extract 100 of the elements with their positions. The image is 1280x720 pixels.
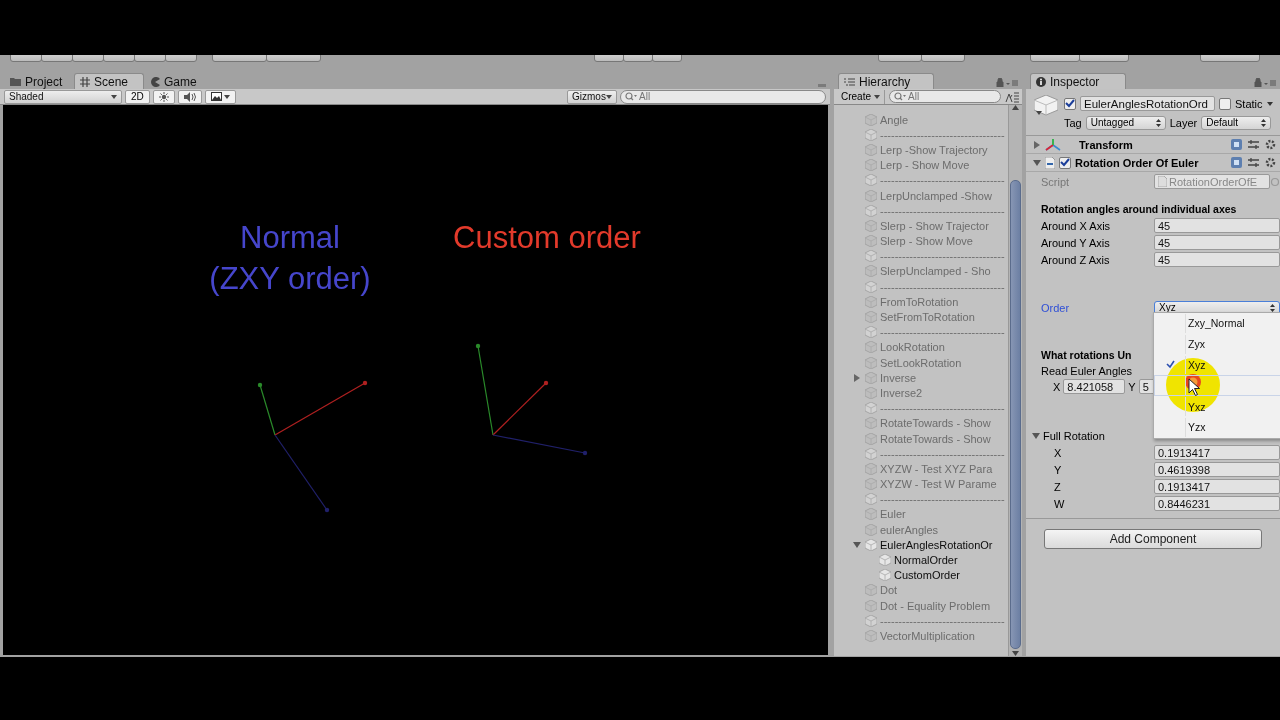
cube-icon xyxy=(865,614,877,627)
preset-icon[interactable] xyxy=(1248,157,1259,168)
list-icon xyxy=(844,77,855,86)
panel-tab[interactable]: Project xyxy=(4,73,74,89)
component-title: Transform xyxy=(1078,138,1134,151)
gizmos-dropdown[interactable]: Gizmos xyxy=(567,89,617,104)
cube-icon xyxy=(865,250,877,263)
check-icon xyxy=(1060,158,1070,167)
pacman-icon xyxy=(150,76,160,87)
shading-dropdown[interactable]: Shaded xyxy=(4,89,122,104)
cube-icon xyxy=(865,508,877,521)
info-icon xyxy=(1036,76,1046,87)
audio-toggle[interactable] xyxy=(177,89,202,104)
tag-dropdown[interactable]: Untagged xyxy=(1085,115,1166,130)
settings-icon[interactable] xyxy=(1265,157,1276,168)
search-icon xyxy=(894,92,906,101)
hierarchy-item[interactable]: EulerAnglesRotationOr xyxy=(880,538,993,551)
lock-icon[interactable] xyxy=(1254,78,1276,87)
cube-icon xyxy=(865,493,877,506)
tag-label: Tag xyxy=(1064,116,1082,129)
number-field[interactable]: 45 xyxy=(1154,218,1280,233)
number-field[interactable]: 0.8446231 xyxy=(1154,496,1280,511)
number-field[interactable]: 45 xyxy=(1154,252,1280,267)
dropdown-option[interactable]: Yzx xyxy=(1154,417,1280,438)
cube-icon xyxy=(865,538,877,551)
check-icon xyxy=(1065,99,1075,108)
preset-icon[interactable] xyxy=(1248,139,1259,150)
expanded-arrow-icon[interactable] xyxy=(853,540,861,549)
caret-icon xyxy=(1270,303,1275,312)
field-label: Read Euler Angles xyxy=(1041,364,1133,377)
expanded-arrow-icon[interactable] xyxy=(1032,431,1040,440)
cube-icon xyxy=(865,447,877,460)
help-icon[interactable] xyxy=(1231,157,1242,168)
scene-label: Normal (ZXY order) xyxy=(209,219,371,298)
scroll-down-icon[interactable] xyxy=(1012,651,1019,656)
component-header[interactable]: Rotation Order Of Euler xyxy=(1026,154,1280,172)
script-icon xyxy=(1045,156,1055,169)
field-label: Y xyxy=(1128,380,1136,393)
search-icon xyxy=(625,92,637,101)
name-field[interactable]: EulerAnglesRotationOrd xyxy=(1080,96,1215,111)
cube-icon xyxy=(865,462,877,475)
object-picker-icon[interactable] xyxy=(1270,176,1280,187)
effects-dropdown[interactable] xyxy=(204,89,236,104)
search-field[interactable]: All xyxy=(620,89,826,104)
cube-icon xyxy=(865,204,877,217)
hierarchy-item[interactable]: CustomOrder xyxy=(894,569,961,582)
panel-tab[interactable]: Game xyxy=(144,73,214,89)
active-checkbox[interactable] xyxy=(1064,97,1076,110)
hierarchy-sort-icon[interactable] xyxy=(1005,90,1019,103)
number-field[interactable]: 0.4619398 xyxy=(1154,462,1280,477)
dropdown-option[interactable]: Zxy_Normal xyxy=(1154,313,1280,334)
caret-icon xyxy=(1261,118,1267,127)
field-label: Script xyxy=(1041,175,1071,188)
cube-icon xyxy=(865,432,877,445)
cube-icon xyxy=(865,341,877,354)
search-input[interactable]: All xyxy=(908,91,968,102)
number-field[interactable]: 0.1913417 xyxy=(1154,445,1280,460)
cube-icon xyxy=(865,174,877,187)
search-input[interactable]: All xyxy=(639,91,789,102)
cube-icon xyxy=(865,478,877,491)
hierarchy-item[interactable]: NormalOrder xyxy=(894,554,958,567)
cube-icon xyxy=(865,599,877,612)
section-header: Rotation angles around individual axes xyxy=(1041,202,1237,215)
cursor-highlight-drawing xyxy=(1166,358,1220,412)
collapsed-arrow-icon[interactable] xyxy=(1033,140,1041,149)
help-icon[interactable] xyxy=(1231,139,1242,150)
number-field[interactable]: 8.421058 xyxy=(1063,379,1126,394)
cube-icon xyxy=(865,371,877,384)
cube-icon xyxy=(865,326,877,339)
dropdown-option[interactable]: Zyx xyxy=(1154,333,1280,355)
caret-icon xyxy=(223,94,230,99)
component-header[interactable]: Transform xyxy=(1026,136,1280,154)
expanded-arrow-icon[interactable] xyxy=(1033,158,1041,167)
sun-icon xyxy=(158,91,169,102)
scrollbar-thumb[interactable] xyxy=(1010,180,1021,649)
component-checkbox[interactable] xyxy=(1059,156,1071,169)
search-field[interactable]: All xyxy=(889,90,1001,103)
collapsed-arrow-icon[interactable] xyxy=(853,373,861,382)
add-component-button[interactable]: Add Component xyxy=(1044,529,1262,549)
number-field[interactable]: 45 xyxy=(1154,235,1280,250)
layer-dropdown[interactable]: Default xyxy=(1201,115,1272,130)
cube-icon xyxy=(865,159,877,172)
static-checkbox[interactable] xyxy=(1219,97,1231,110)
foldout-label[interactable]: Full Rotation xyxy=(1043,429,1105,442)
caret-icon xyxy=(874,94,880,99)
number-field[interactable]: 0.1913417 xyxy=(1154,479,1280,494)
mouse-cursor-icon xyxy=(1188,378,1200,396)
settings-icon[interactable] xyxy=(1265,139,1276,150)
cube-icon xyxy=(865,584,877,597)
image-icon xyxy=(210,92,222,101)
lighting-toggle[interactable] xyxy=(152,89,175,104)
panel-tab[interactable]: Inspector xyxy=(1030,73,1126,89)
cube-icon xyxy=(865,523,877,536)
lock-icon[interactable] xyxy=(996,78,1018,87)
speaker-icon xyxy=(183,91,196,102)
panel-tab[interactable]: Hierarchy xyxy=(838,73,934,89)
create-dropdown[interactable]: Create xyxy=(837,89,885,104)
field-label: X xyxy=(1053,380,1061,393)
2d-toggle[interactable]: 2D xyxy=(125,89,150,104)
panel-tab[interactable]: Scene xyxy=(74,73,144,89)
